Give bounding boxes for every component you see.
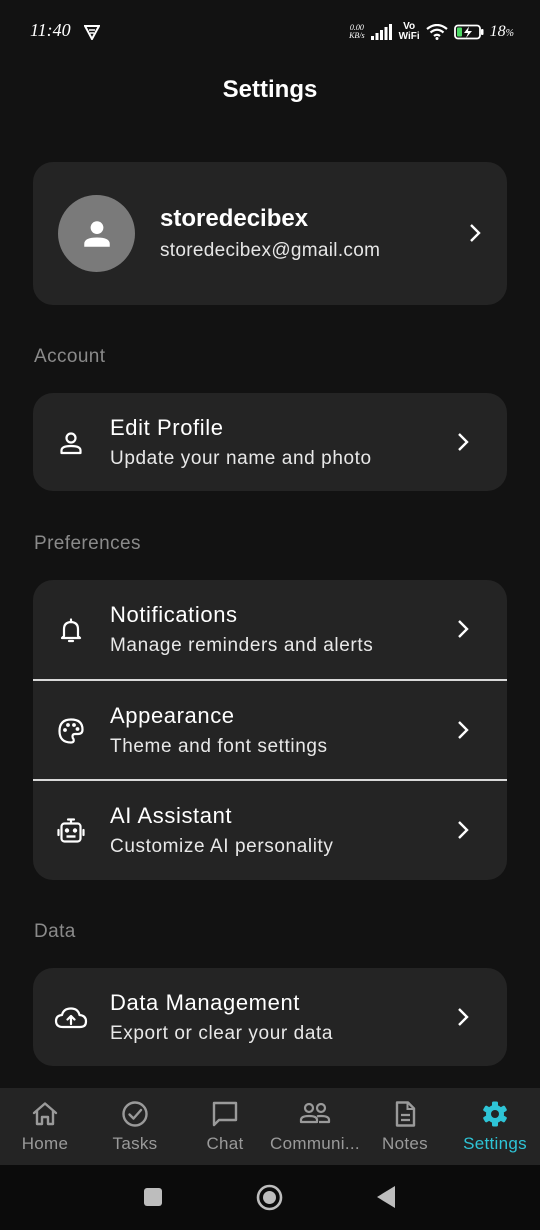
robot-icon [57, 818, 85, 843]
item-title: AI Assistant [110, 803, 233, 828]
nav-item-community[interactable]: Communi... [270, 1088, 360, 1165]
check-circle-icon [122, 1101, 148, 1127]
bottom-navigation: Home Tasks Chat Communi... Notes Setting… [0, 1088, 540, 1165]
nav-item-chat[interactable]: Chat [180, 1088, 270, 1165]
signal-icon [370, 24, 392, 40]
account-card: Edit Profile Update your name and photo [33, 393, 507, 491]
battery-percentage: 18% [489, 23, 514, 40]
data-card: Data Management Export or clear your dat… [33, 968, 507, 1066]
nav-item-tasks[interactable]: Tasks [90, 1088, 180, 1165]
nav-item-home[interactable]: Home [0, 1088, 90, 1165]
item-subtitle: Manage reminders and alerts [110, 635, 374, 656]
section-label-preferences: Preferences [34, 533, 141, 554]
chevron-right-icon [458, 721, 469, 739]
chevron-right-icon [458, 821, 469, 839]
system-navigation-bar [0, 1165, 540, 1230]
chevron-right-icon [470, 224, 481, 242]
page-title: Settings [222, 76, 318, 103]
nav-label: Home [21, 1134, 69, 1153]
nav-label: Notes [382, 1134, 428, 1153]
vpn-icon [84, 25, 100, 40]
nav-label: Settings [463, 1134, 527, 1153]
profile-name: storedecibex [160, 205, 309, 232]
settings-item-notifications[interactable]: Notifications Manage reminders and alert… [33, 580, 507, 678]
profile-card[interactable]: storedecibex storedecibex@gmail.com [33, 162, 507, 305]
item-title: Data Management [110, 990, 300, 1015]
battery-icon [453, 24, 484, 40]
section-label-data: Data [34, 921, 76, 942]
volte-wifi-badge: Vo WiFi [398, 21, 420, 42]
chevron-right-icon [458, 433, 469, 451]
status-time: 11:40 [30, 20, 71, 40]
nav-label: Tasks [112, 1134, 158, 1153]
person-outline-icon [60, 432, 82, 455]
palette-icon [58, 718, 84, 744]
bell-icon [60, 618, 82, 643]
item-subtitle: Export or clear your data [110, 1023, 334, 1044]
recents-button[interactable] [143, 1187, 163, 1207]
status-bar: 11:40 0.00 KB/s Vo WiFi 18% [0, 0, 540, 62]
chat-icon [212, 1101, 238, 1127]
wifi-icon [425, 24, 448, 40]
chevron-right-icon [458, 1008, 469, 1026]
settings-item-ai-assistant[interactable]: AI Assistant Customize AI personality [33, 781, 507, 879]
item-title: Notifications [110, 602, 238, 627]
chevron-right-icon [458, 620, 469, 638]
community-icon [299, 1102, 331, 1124]
item-subtitle: Update your name and photo [110, 448, 372, 469]
nav-item-settings[interactable]: Settings [450, 1088, 540, 1165]
nav-item-notes[interactable]: Notes [360, 1088, 450, 1165]
avatar [58, 195, 135, 272]
section-label-account: Account [34, 346, 106, 367]
item-subtitle: Customize AI personality [110, 836, 334, 857]
network-speed: 0.00 KB/s [349, 23, 365, 40]
settings-item-appearance[interactable]: Appearance Theme and font settings [33, 681, 507, 779]
nav-label: Chat [206, 1134, 244, 1153]
notes-icon [395, 1101, 416, 1127]
home-button[interactable] [256, 1184, 283, 1211]
settings-item-data-management[interactable]: Data Management Export or clear your dat… [33, 968, 507, 1066]
nav-label: Communi... [270, 1134, 360, 1153]
cloud-upload-icon [54, 1007, 88, 1029]
gear-icon [483, 1101, 507, 1127]
back-button[interactable] [376, 1185, 396, 1209]
home-icon [32, 1102, 58, 1126]
person-icon [83, 220, 110, 247]
preferences-card: Notifications Manage reminders and alert… [33, 580, 507, 880]
item-title: Edit Profile [110, 415, 224, 440]
item-title: Appearance [110, 703, 235, 728]
profile-email: storedecibex@gmail.com [160, 240, 381, 261]
settings-item-edit-profile[interactable]: Edit Profile Update your name and photo [33, 393, 507, 491]
item-subtitle: Theme and font settings [110, 736, 328, 757]
